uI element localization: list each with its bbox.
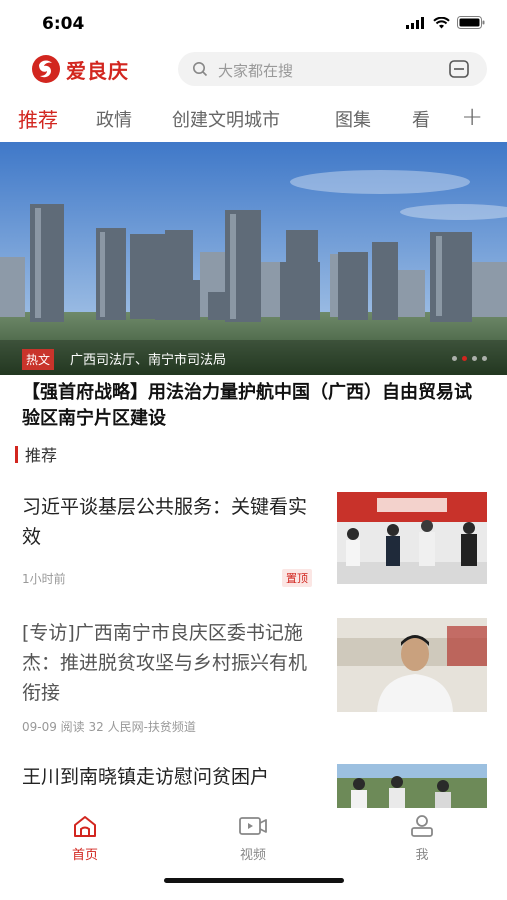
carousel-indicator: [452, 356, 487, 361]
home-indicator: [164, 878, 344, 883]
video-icon: [239, 817, 267, 835]
banner-image: [0, 142, 507, 375]
status-icons: [406, 16, 485, 29]
search-icon: [193, 62, 208, 77]
banner-caption: 广西司法厅、南宁市司法局: [70, 353, 227, 368]
wifi-icon: [433, 16, 450, 28]
hero-banner[interactable]: 热文 广西司法厅、南宁市司法局: [0, 142, 507, 375]
news-title: 习近平谈基层公共服务：关键看实效: [22, 496, 308, 548]
nav-home-label: 首页: [71, 848, 98, 863]
logo-mark-icon: [32, 55, 60, 83]
logo-text: 爱良庆: [66, 58, 129, 83]
status-time: 6:04: [42, 14, 85, 34]
tab-watch[interactable]: 看: [412, 106, 430, 132]
section-bar: [15, 445, 18, 463]
news-meta: 09-09 阅读 32 人民网-扶贫频道: [22, 720, 196, 734]
nav-profile-label: 我: [415, 848, 429, 863]
battery-icon: [457, 16, 485, 29]
app-logo[interactable]: 爱良庆: [30, 54, 129, 84]
signal-icon: [406, 16, 424, 29]
news-title: [专访]广西南宁市良庆区委书记施杰：推进脱贫攻坚与乡村振兴有机衔接: [22, 622, 308, 704]
news-item[interactable]: 王川到南晓镇走访慰问贫困户: [0, 762, 507, 808]
banner-tag: 热文: [22, 349, 55, 370]
tab-civilized-city[interactable]: 创建文明城市: [172, 106, 280, 132]
category-tabs: 推荐 政情 创建文明城市 图集 看 +: [0, 100, 507, 140]
news-title: 王川到南晓镇走访慰问贫困户: [22, 766, 270, 788]
carousel-dot: [452, 356, 457, 361]
profile-icon: [411, 815, 433, 837]
news-item[interactable]: [专访]广西南宁市良庆区委书记施杰：推进脱贫攻坚与乡村振兴有机衔接 09-09 …: [0, 616, 507, 734]
add-tab-button[interactable]: +: [461, 102, 483, 132]
section-title: 推荐: [15, 444, 58, 465]
news-thumbnail: [337, 764, 487, 808]
section-title-text: 推荐: [25, 446, 58, 465]
news-thumbnail: [337, 492, 487, 584]
search-input[interactable]: 大家都在搜: [178, 52, 487, 86]
banner-headline[interactable]: 【强首府战略】用法治力量护航中国（广西）自由贸易试验区南宁片区建设: [22, 380, 488, 432]
carousel-dot-active: [462, 356, 467, 361]
tab-recommend[interactable]: 推荐: [18, 104, 58, 133]
app-header: 爱良庆 大家都在搜: [0, 50, 507, 90]
nav-video-label: 视频: [239, 848, 266, 863]
carousel-dot: [482, 356, 487, 361]
scan-icon[interactable]: [449, 60, 469, 78]
news-item[interactable]: 习近平谈基层公共服务：关键看实效 1小时前 置顶: [0, 490, 507, 590]
carousel-dot: [472, 356, 477, 361]
nav-home[interactable]: 首页: [45, 814, 125, 863]
news-meta: 1小时前: [22, 572, 66, 586]
nav-video[interactable]: 视频: [213, 814, 293, 863]
home-icon: [74, 816, 96, 837]
search-placeholder: 大家都在搜: [218, 62, 294, 80]
pinned-badge: 置顶: [282, 569, 312, 587]
bottom-nav: 首页 视频 我: [0, 808, 507, 900]
news-thumbnail: [337, 618, 487, 712]
tab-politics[interactable]: 政情: [96, 106, 132, 132]
nav-profile[interactable]: 我: [382, 814, 462, 863]
tab-gallery[interactable]: 图集: [335, 106, 371, 132]
status-bar: 6:04: [0, 0, 507, 46]
